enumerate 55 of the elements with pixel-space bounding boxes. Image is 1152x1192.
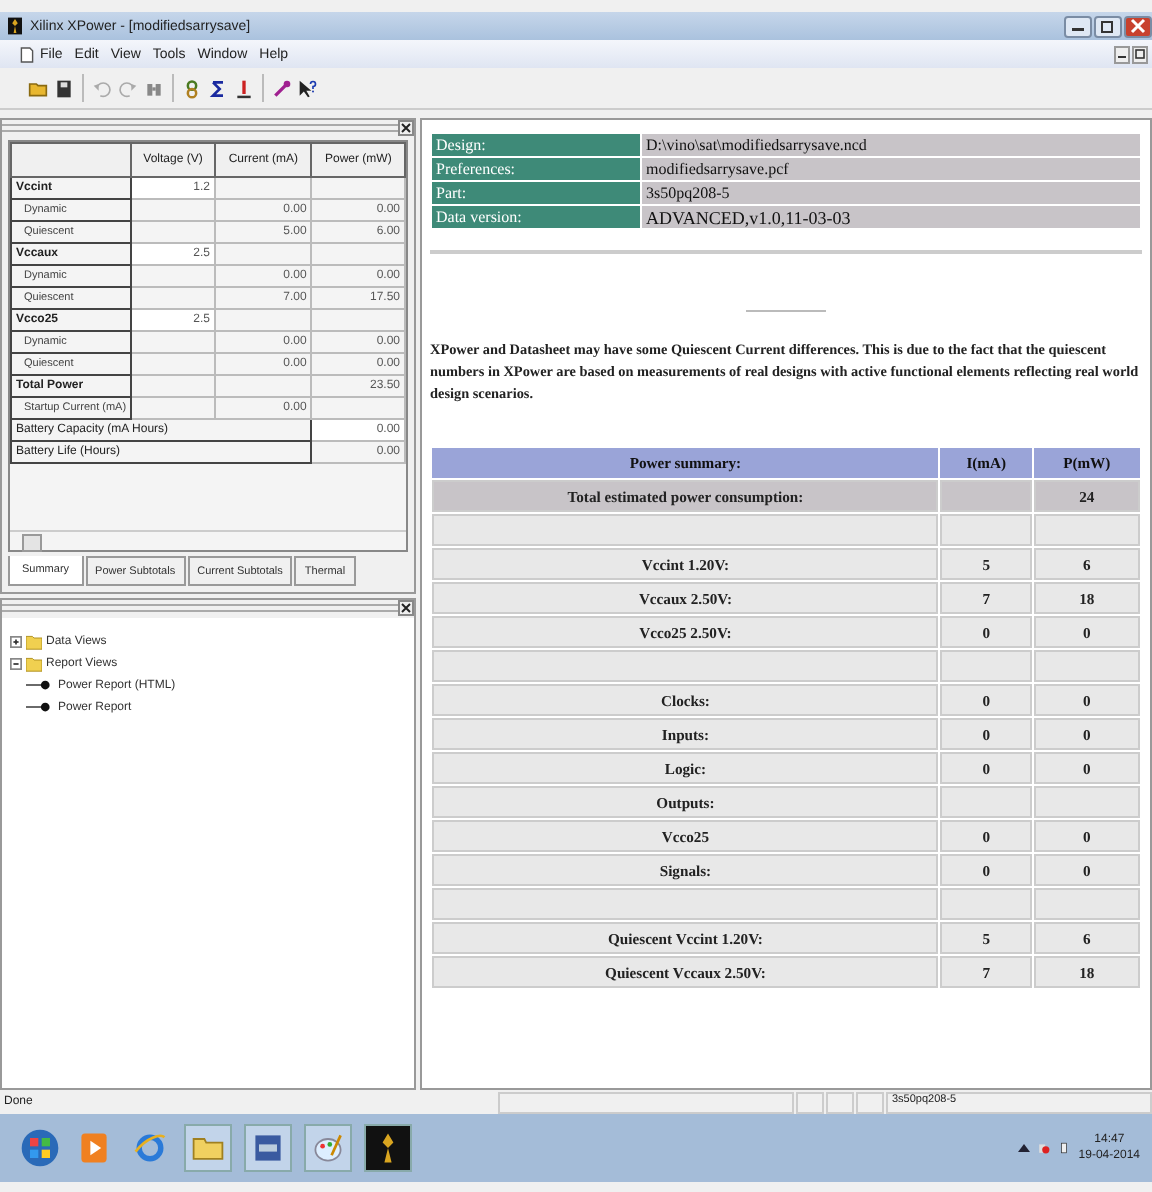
horizontal-scrollbar[interactable] — [10, 530, 406, 550]
thermometer-icon[interactable] — [234, 77, 254, 99]
save-icon[interactable] — [54, 77, 74, 99]
info-label: Preferences: — [432, 158, 640, 180]
table-cell — [215, 177, 312, 199]
info-value: modifiedsarrysave.pcf — [642, 158, 1140, 180]
table-cell — [131, 331, 215, 353]
table-cell — [215, 243, 312, 265]
status-pane — [826, 1091, 854, 1113]
table-cell — [131, 397, 215, 419]
info-label: Data version: — [432, 206, 640, 228]
info-value: D:\vino\sat\modifiedsarrysave.ncd — [642, 134, 1140, 156]
table-cell — [311, 243, 405, 265]
expander-icon[interactable] — [10, 635, 22, 647]
table-cell — [215, 375, 312, 397]
paint-palette-icon[interactable] — [304, 1124, 352, 1172]
table-cell — [311, 177, 405, 199]
info-label: Design: — [432, 134, 640, 156]
info-label: Part: — [432, 182, 640, 204]
coil-icon[interactable] — [182, 77, 202, 99]
report-node-icon — [26, 678, 54, 692]
table-cell — [940, 480, 1032, 512]
help-pointer-icon[interactable] — [298, 77, 318, 99]
network-icon[interactable] — [1038, 1140, 1051, 1156]
table-cell — [131, 199, 215, 221]
table-cell — [131, 265, 215, 287]
restore-icon — [1100, 18, 1116, 34]
table-cell — [131, 353, 215, 375]
table-cell — [1033, 786, 1140, 818]
app-logo-icon[interactable] — [364, 1124, 412, 1172]
close-button[interactable] — [398, 120, 414, 136]
sigma-icon[interactable] — [208, 77, 228, 99]
info-value: ADVANCED,v1.0,11-03-03 — [642, 206, 1140, 228]
ise-app-icon[interactable] — [244, 1124, 292, 1172]
table-cell — [215, 309, 312, 331]
minimize-button[interactable] — [1114, 45, 1130, 63]
minimize-button[interactable] — [1064, 15, 1092, 37]
start-button-icon[interactable] — [20, 1128, 60, 1168]
restore-icon — [1134, 48, 1146, 60]
info-value: 3s50pq208-5 — [642, 182, 1140, 204]
show-hidden-icons-icon[interactable] — [1018, 1140, 1031, 1156]
app-logo-icon — [8, 16, 22, 36]
table-cell — [311, 309, 405, 331]
restore-button[interactable] — [1132, 45, 1148, 63]
open-folder-icon[interactable] — [28, 77, 48, 99]
report-node-icon — [26, 700, 54, 714]
expander-icon[interactable] — [10, 657, 22, 669]
document-icon — [20, 45, 34, 63]
table-cell — [131, 375, 215, 397]
status-pane — [856, 1091, 884, 1113]
wand-icon[interactable] — [272, 77, 292, 99]
table-cell — [940, 786, 1032, 818]
close-icon — [1130, 18, 1146, 34]
restore-button[interactable] — [1094, 15, 1122, 37]
close-button[interactable] — [398, 600, 414, 616]
